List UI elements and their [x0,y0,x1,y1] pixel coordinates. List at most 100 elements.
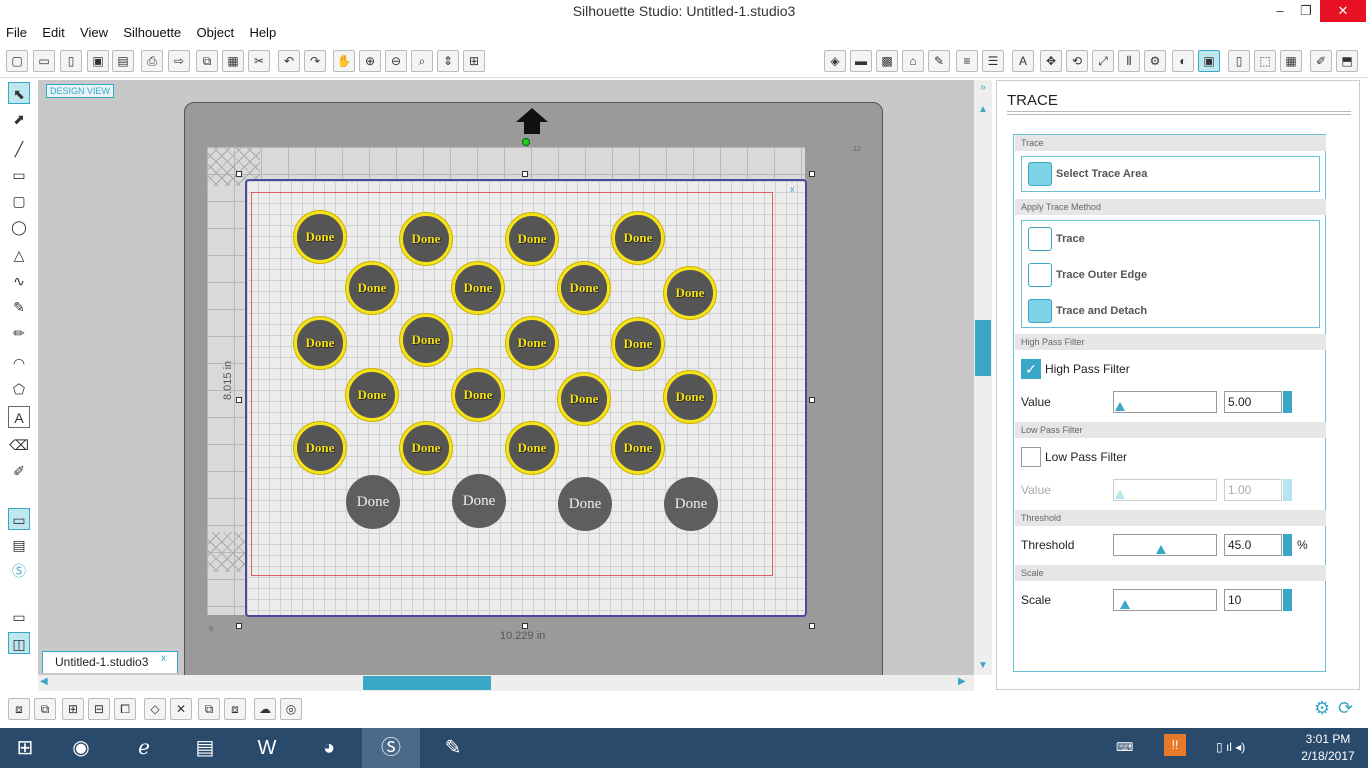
align-icon[interactable]: ⫴ [1118,50,1140,72]
knife-tool-icon[interactable]: ✐ [8,460,30,482]
done-badge[interactable]: Done [558,262,610,314]
threshold-input[interactable]: 45.0 [1224,534,1282,556]
horizontal-scroll-thumb[interactable] [363,676,491,690]
copy-icon[interactable]: ⧉ [196,50,218,72]
done-badge[interactable]: Done [506,422,558,474]
silhouette-studio-icon[interactable]: Ⓢ [362,728,420,768]
rotate-icon[interactable]: ⟲ [1066,50,1088,72]
fit-to-page-icon[interactable]: ⊞ [463,50,485,72]
grid-icon[interactable]: ▦ [1280,50,1302,72]
delete-icon[interactable]: ✕ [170,698,192,720]
tab-close-icon[interactable]: x [161,649,166,669]
chrome-icon[interactable]: ◉ [52,728,110,768]
done-badge[interactable]: Done [612,318,664,370]
redo-icon[interactable]: ↷ [304,50,326,72]
arc-tool-icon[interactable]: ◠ [8,352,30,374]
cut-settings-icon[interactable]: ✐ [1310,50,1332,72]
smooth-freehand-icon[interactable]: ✏ [8,322,30,344]
done-badge[interactable]: Done [452,262,504,314]
compound-path-icon[interactable]: ⊞ [62,698,84,720]
selection-handle[interactable] [236,623,242,629]
threshold-spinner[interactable] [1283,534,1292,556]
trace-and-detach-button[interactable]: Trace and Detach [1022,293,1319,329]
scale-icon[interactable]: ⤢ [1092,50,1114,72]
zoom-select-icon[interactable]: ⌕ [411,50,433,72]
paste-icon[interactable]: ▦ [222,50,244,72]
line-style-icon[interactable]: ☰ [982,50,1004,72]
done-badge[interactable]: Done [506,213,558,265]
selection-handle[interactable] [809,397,815,403]
paint-icon[interactable]: ✎ [424,728,482,768]
zoom-in-icon[interactable]: ⊕ [359,50,381,72]
shadow-icon[interactable]: ✎ [928,50,950,72]
high-pass-spinner[interactable] [1283,391,1292,413]
done-badge[interactable]: Done [400,314,452,366]
polygon-tool-icon[interactable]: △ [8,244,30,266]
done-badge[interactable]: Done [612,212,664,264]
fill-gradient-icon[interactable]: ▬ [850,50,872,72]
done-badge[interactable]: Done [294,211,346,263]
scroll-left-icon[interactable]: ◀ [40,676,52,690]
done-badge[interactable]: Done [558,373,610,425]
high-pass-checkbox[interactable]: ✓ [1021,359,1041,379]
done-badge[interactable]: Done [506,317,558,369]
low-pass-spinner[interactable] [1283,479,1292,501]
new-file-icon[interactable]: ▢ [6,50,28,72]
selection-handle[interactable] [236,397,242,403]
vertical-scroll-thumb[interactable] [975,320,991,376]
file-explorer-icon[interactable]: ▤ [176,728,234,768]
selection-handle[interactable] [809,171,815,177]
send-icon[interactable]: ⬒ [1336,50,1358,72]
done-badge-plain[interactable]: Done [346,475,400,529]
document-tab[interactable]: Untitled-1.studio3 x [42,651,178,673]
windows-start-icon[interactable]: ⊞ [0,728,50,768]
replicate-icon[interactable]: ⚙ [1144,50,1166,72]
eraser-tool-icon[interactable]: ⌫ [8,434,30,456]
horizontal-scrollbar[interactable]: ◀ ▶ [38,675,974,691]
save-to-library-icon[interactable]: ▤ [112,50,134,72]
word-icon[interactable]: W [238,728,296,768]
text-style-icon[interactable]: A [1012,50,1034,72]
selection-handle[interactable] [522,171,528,177]
high-pass-slider[interactable] [1113,391,1217,413]
line-color-icon[interactable]: ≡ [956,50,978,72]
done-badge[interactable]: Done [452,369,504,421]
duplicate-icon[interactable]: ⧉ [198,698,220,720]
send-to-silhouette-icon[interactable]: ⇨ [168,50,190,72]
close-button[interactable]: ✕ [1320,0,1366,22]
low-pass-slider[interactable] [1113,479,1217,501]
page-close-icon[interactable]: x [790,184,800,194]
cut-icon[interactable]: ✂ [248,50,270,72]
store-icon[interactable]: Ⓢ [8,560,30,582]
firefox-icon[interactable]: ◕ [300,728,358,768]
library-icon[interactable]: ▯ [60,50,82,72]
keyboard-icon[interactable]: ⌨ [1116,740,1133,754]
done-badge[interactable]: Done [346,369,398,421]
scale-input[interactable]: 10 [1224,589,1282,611]
done-badge[interactable]: Done [664,371,716,423]
rectangle-tool-icon[interactable]: ▭ [8,164,30,186]
vertical-scrollbar[interactable]: » ▲ ▼ [974,80,992,675]
select-tool-icon[interactable]: ⬉ [8,82,30,104]
print-icon[interactable]: ⎙ [141,50,163,72]
design-canvas[interactable]: DESIGN VIEW 12 9 x 8.015 in 10.229 in Do… [38,80,974,675]
done-badge[interactable]: Done [612,422,664,474]
menu-view[interactable]: View [74,23,114,43]
done-badge[interactable]: Done [346,262,398,314]
menu-help[interactable]: Help [243,23,282,43]
curve-tool-icon[interactable]: ∿ [8,270,30,292]
selection-handle[interactable] [522,623,528,629]
scroll-down-icon[interactable]: ▼ [976,660,990,672]
trace-icon[interactable]: ▣ [1198,50,1220,72]
slider-thumb[interactable] [1156,545,1166,554]
menu-file[interactable]: File [0,23,33,43]
done-badge[interactable]: Done [294,422,346,474]
ellipse-tool-icon[interactable]: ◯ [8,216,30,238]
done-badge-plain[interactable]: Done [452,474,506,528]
save-icon[interactable]: ▣ [87,50,109,72]
trace-button[interactable]: Trace [1022,221,1319,257]
line-tool-icon[interactable]: ╱ [8,138,30,160]
fill-panel-icon[interactable]: ⌂ [902,50,924,72]
selection-handle[interactable] [236,171,242,177]
menu-object[interactable]: Object [191,23,241,43]
